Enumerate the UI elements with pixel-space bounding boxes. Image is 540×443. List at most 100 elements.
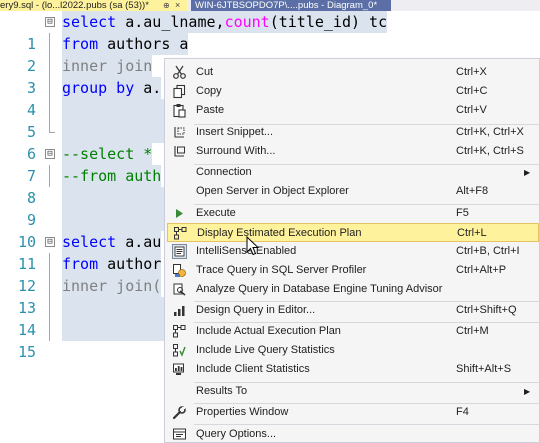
menu-item-shortcut: Alt+F8 — [456, 185, 489, 197]
line-number: 15 — [17, 343, 36, 361]
keyword: from — [62, 35, 99, 53]
menu-item-include-client-stats[interactable]: Include Client Statistics Shift+Alt+S — [167, 360, 539, 379]
menu-item-label: Include Actual Execution Plan — [196, 325, 341, 337]
menu-item-label: Paste — [196, 104, 225, 116]
menu-item-copy[interactable]: Copy Ctrl+C — [167, 82, 539, 101]
menu-item-shortcut: Ctrl+Alt+P — [456, 264, 507, 276]
play-icon — [176, 209, 183, 218]
menu-item-execute[interactable]: Execute F5 — [167, 204, 539, 223]
intellisense-icon — [172, 244, 187, 259]
menu-item-analyze-query[interactable]: Analyze Query in Database Engine Tuning … — [167, 280, 539, 299]
menu-item-open-server[interactable]: Open Server in Object Explorer Alt+F8 — [167, 182, 539, 201]
menu-item-label: Open Server in Object Explorer — [196, 185, 349, 197]
menu-item-connection[interactable]: Connection ▶ — [167, 163, 539, 182]
document-tab-strip: ery9.sql - (lo...l2022.pubs (sa (53))* ⊕… — [0, 0, 540, 11]
menu-item-label: Properties Window — [196, 406, 289, 418]
menu-item-display-estimated-plan[interactable]: Display Estimated Execution Plan Ctrl+L — [167, 223, 539, 242]
code-line-1[interactable]: 1 ⊟ select a.au_lname,count(title_id) tc — [0, 11, 540, 53]
menu-item-include-actual-plan[interactable]: Include Actual Execution Plan Ctrl+M — [167, 322, 539, 341]
plan-icon — [174, 227, 187, 240]
menu-item-shortcut: Ctrl+L — [457, 227, 487, 239]
menu-item-trace-query[interactable]: Trace Query in SQL Server Profiler Ctrl+… — [167, 261, 539, 280]
tuning-icon — [173, 283, 186, 296]
code-fragment: a. — [134, 79, 162, 97]
keyword: inner join( — [62, 277, 162, 295]
tab-query-file-label: ery9.sql - (lo...l2022.pubs (sa (53))* — [0, 0, 149, 11]
close-icon[interactable]: × — [175, 0, 180, 11]
function-name: count — [224, 13, 270, 31]
code-fragment: a.au_lname, — [116, 13, 225, 31]
menu-item-shortcut: Ctrl+Shift+Q — [456, 304, 517, 316]
collapse-icon[interactable]: ⊟ — [45, 149, 55, 159]
design-query-icon — [174, 306, 185, 316]
collapse-icon[interactable]: ⊟ — [45, 237, 55, 247]
pin-icon[interactable]: ⊕ — [163, 0, 170, 11]
code-fragment: (title_id) tc — [269, 13, 388, 31]
menu-item-shortcut: Ctrl+V — [456, 104, 487, 116]
menu-item-include-live-stats[interactable]: Include Live Query Statistics — [167, 341, 539, 360]
code-text: select a.au_lname,count(title_id) tc — [62, 11, 388, 33]
surround-icon — [174, 146, 185, 157]
submenu-arrow-icon: ▶ — [524, 168, 531, 177]
code-text: group by a. — [62, 77, 162, 99]
keyword: from — [62, 255, 99, 273]
tab-diagram[interactable]: WIN-6JTBSOPDO7P\....pubs - Diagram_0* — [191, 0, 391, 11]
copy-icon — [173, 84, 186, 99]
code-fragment: a.au — [116, 233, 162, 251]
scissors-icon — [173, 65, 186, 79]
menu-item-label: Surround With... — [196, 145, 276, 157]
paste-icon — [173, 104, 186, 118]
query-options-icon — [173, 428, 186, 440]
profiler-icon — [173, 264, 186, 277]
menu-item-shortcut: F5 — [456, 207, 469, 219]
menu-item-label: Include Client Statistics — [196, 363, 310, 375]
menu-item-cut[interactable]: Cut Ctrl+X — [167, 63, 539, 82]
menu-item-design-query[interactable]: Design Query in Editor... Ctrl+Shift+Q — [167, 301, 539, 320]
menu-item-label: Execute — [196, 207, 236, 219]
menu-item-label: Include Live Query Statistics — [196, 344, 335, 356]
menu-item-shortcut: Ctrl+X — [456, 66, 487, 78]
menu-item-intellisense[interactable]: IntelliSense Enabled Ctrl+B, Ctrl+I — [167, 242, 539, 261]
menu-item-label: Connection — [196, 166, 252, 178]
tab-diagram-label: WIN-6JTBSOPDO7P\....pubs - Diagram_0* — [195, 0, 378, 11]
menu-item-properties-window[interactable]: Properties Window F4 — [167, 403, 539, 422]
code-text: --select * — [62, 143, 153, 165]
comment: --select * — [62, 145, 153, 163]
code-text: inner join — [62, 55, 153, 77]
menu-item-results-to[interactable]: Results To ▶ — [167, 382, 539, 401]
collapse-icon[interactable]: ⊟ — [45, 17, 55, 27]
menu-item-label: Display Estimated Execution Plan — [197, 227, 362, 239]
mouse-cursor-icon — [246, 236, 260, 256]
comment: --from auth — [62, 167, 162, 185]
keyword: inner join — [62, 57, 153, 75]
menu-item-shortcut: F4 — [456, 406, 469, 418]
menu-item-label: Trace Query in SQL Server Profiler — [196, 264, 367, 276]
menu-item-label: Design Query in Editor... — [196, 304, 316, 316]
keyword: select — [62, 233, 117, 251]
wrench-icon — [172, 406, 186, 420]
live-stats-icon — [173, 344, 186, 357]
menu-item-shortcut: Ctrl+M — [456, 325, 489, 337]
code-text: --from auth — [62, 165, 162, 187]
menu-item-shortcut: Ctrl+K, Ctrl+S — [456, 145, 524, 157]
keyword: select — [62, 13, 117, 31]
code-line-2[interactable]: 2 from authors a — [0, 33, 540, 75]
code-text: select a.au — [62, 231, 162, 253]
code-text: inner join( — [62, 275, 162, 297]
menu-item-shortcut: Ctrl+B, Ctrl+I — [456, 245, 520, 257]
menu-item-surround-with[interactable]: Surround With... Ctrl+K, Ctrl+S — [167, 142, 539, 161]
menu-item-insert-snippet[interactable]: Insert Snippet... Ctrl+K, Ctrl+X — [167, 123, 539, 142]
keyword: group by — [62, 79, 135, 97]
menu-item-query-options[interactable]: Query Options... — [167, 425, 539, 443]
editor-context-menu: Cut Ctrl+X Copy Ctrl+C Paste Ctrl+V Inse… — [164, 58, 540, 443]
menu-item-label: Results To — [196, 385, 248, 397]
snippet-icon — [174, 127, 185, 138]
submenu-arrow-icon: ▶ — [524, 387, 531, 396]
code-fragment: author — [98, 255, 162, 273]
tab-query-file[interactable]: ery9.sql - (lo...l2022.pubs (sa (53))* ⊕… — [0, 0, 187, 11]
code-text: from author — [62, 253, 162, 275]
menu-item-label: Query Options... — [196, 428, 277, 440]
client-stats-icon — [173, 363, 184, 375]
menu-item-label: Cut — [196, 66, 214, 78]
menu-item-paste[interactable]: Paste Ctrl+V — [167, 101, 539, 120]
